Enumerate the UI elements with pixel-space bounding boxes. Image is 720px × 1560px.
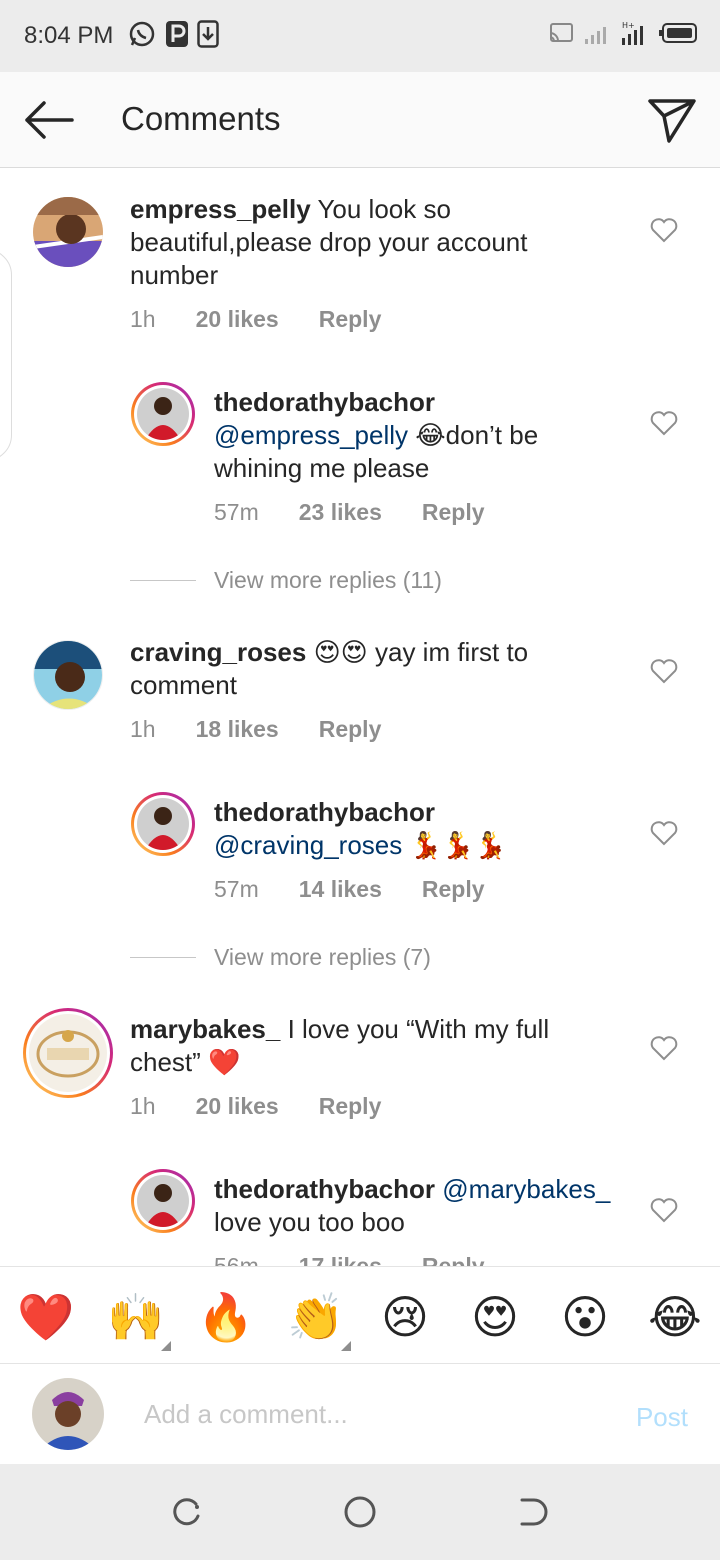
view-more-replies[interactable]: View more replies (11) xyxy=(130,567,442,594)
reply-button[interactable]: Reply xyxy=(319,306,382,333)
recent-apps-icon[interactable] xyxy=(168,1494,204,1530)
emoji-fire-button[interactable]: 🔥 xyxy=(197,1289,254,1345)
comment-body: love you too boo xyxy=(214,1207,405,1237)
heart-icon[interactable] xyxy=(650,410,678,436)
avatar[interactable] xyxy=(33,197,103,267)
avatar[interactable] xyxy=(131,382,195,446)
divider xyxy=(130,957,196,958)
comment-composer: Post xyxy=(0,1364,720,1464)
avatar[interactable] xyxy=(131,792,195,856)
signal-4g-icon: H+ xyxy=(620,20,648,51)
emoji-clap-button[interactable]: 👏 xyxy=(287,1289,344,1345)
comment-body: 💃💃💃 xyxy=(409,830,507,860)
comment-meta: 1h 18 likes Reply xyxy=(130,716,421,743)
comment-likes[interactable]: 14 likes xyxy=(299,876,382,903)
heart-icon[interactable] xyxy=(650,1197,678,1223)
page-title: Comments xyxy=(121,100,281,137)
heart-icon[interactable] xyxy=(650,658,678,684)
avatar[interactable] xyxy=(23,1008,113,1098)
view-more-label: View more replies (11) xyxy=(214,567,442,593)
download-icon xyxy=(197,19,220,53)
home-icon[interactable] xyxy=(342,1494,378,1530)
comment-likes[interactable]: 20 likes xyxy=(196,1093,279,1120)
heart-icon[interactable] xyxy=(650,820,678,846)
emoji-heart-button[interactable]: ❤️ xyxy=(17,1289,74,1345)
view-more-replies[interactable]: View more replies (7) xyxy=(130,944,431,971)
comment-username[interactable]: empress_pelly xyxy=(130,194,311,224)
comment-meta: 1h 20 likes Reply xyxy=(130,1093,421,1120)
battery-icon xyxy=(658,21,698,50)
comment-time: 57m xyxy=(214,876,259,902)
comment-text: craving_roses 😍😍 yay im first to comment xyxy=(130,636,600,702)
header-bar: Comments xyxy=(0,72,720,168)
p-icon xyxy=(165,20,189,53)
paper-plane-icon xyxy=(648,99,696,143)
comment-meta: 57m 23 likes Reply xyxy=(214,499,525,526)
comment-input[interactable] xyxy=(144,1394,584,1434)
comment-time: 56m xyxy=(214,1253,259,1266)
comment-time: 1h xyxy=(130,716,156,742)
comment-likes[interactable]: 17 likes xyxy=(299,1253,382,1266)
mention-link[interactable]: @empress_pelly xyxy=(214,420,408,450)
reply-button[interactable]: Reply xyxy=(422,499,485,526)
view-more-label: View more replies (7) xyxy=(214,944,431,970)
comment-username[interactable]: thedorathybachor xyxy=(214,387,435,417)
comment-username[interactable]: thedorathybachor xyxy=(214,796,614,829)
back-nav-icon[interactable] xyxy=(516,1494,552,1530)
status-time: 8:04 PM xyxy=(24,22,114,49)
mention-link[interactable]: @marybakes_ xyxy=(442,1174,610,1204)
share-button[interactable] xyxy=(644,94,700,146)
avatar[interactable] xyxy=(131,1169,195,1233)
svg-text:H+: H+ xyxy=(622,21,635,30)
back-arrow-icon xyxy=(25,101,74,139)
comment-meta: 57m 14 likes Reply xyxy=(214,876,525,903)
comment-meta: 1h 20 likes Reply xyxy=(130,306,421,333)
comment-username[interactable]: thedorathybachor xyxy=(214,1174,435,1204)
comment-text: marybakes_ I love you “With my full ches… xyxy=(130,1013,600,1079)
system-nav-bar xyxy=(0,1464,720,1560)
cast-icon xyxy=(548,21,574,50)
skin-tone-indicator xyxy=(341,1341,351,1351)
emoji-heart-eyes-button[interactable]: 😍 xyxy=(467,1289,523,1345)
user-avatar xyxy=(32,1378,104,1450)
emoji-quick-bar: ❤️ 🙌 🔥 👏 😢 😍 😮 😂 xyxy=(0,1266,720,1364)
status-bar: 8:04 PM H+ xyxy=(0,0,720,72)
reply-button[interactable]: Reply xyxy=(319,716,382,743)
comment-text: empress_pelly You look so beautiful,plea… xyxy=(130,193,600,292)
whatsapp-icon xyxy=(127,19,157,54)
comment-username[interactable]: marybakes_ xyxy=(130,1014,280,1044)
comment-likes[interactable]: 18 likes xyxy=(196,716,279,743)
comment-meta: 56m 17 likes Reply xyxy=(214,1253,525,1266)
comment-time: 57m xyxy=(214,499,259,525)
comment-text: thedorathybachor @empress_pelly 😂don’t b… xyxy=(214,386,614,485)
skin-tone-indicator xyxy=(161,1341,171,1351)
comment-username[interactable]: craving_roses xyxy=(130,637,306,667)
divider xyxy=(130,580,196,581)
reply-button[interactable]: Reply xyxy=(422,1253,485,1266)
signal-icon xyxy=(584,21,610,50)
reply-button[interactable]: Reply xyxy=(422,876,485,903)
avatar[interactable] xyxy=(33,640,103,710)
back-button[interactable] xyxy=(20,96,76,144)
comment-time: 1h xyxy=(130,1093,156,1119)
comments-list[interactable]: empress_pelly You look so beautiful,plea… xyxy=(0,169,720,1266)
post-button[interactable]: Post xyxy=(636,1402,688,1433)
comment-likes[interactable]: 20 likes xyxy=(196,306,279,333)
comment-text: thedorathybachor @craving_roses 💃💃💃 xyxy=(214,796,614,862)
emoji-laughing-button[interactable]: 😂 xyxy=(647,1289,703,1345)
emoji-surprised-button[interactable]: 😮 xyxy=(557,1289,613,1345)
emoji-raised-hands-button[interactable]: 🙌 xyxy=(107,1289,164,1345)
comment-time: 1h xyxy=(130,306,156,332)
comment-text: thedorathybachor @marybakes_ love you to… xyxy=(214,1173,624,1239)
heart-icon[interactable] xyxy=(650,217,678,243)
edge-handle xyxy=(0,249,12,461)
comment-likes[interactable]: 23 likes xyxy=(299,499,382,526)
emoji-crying-button[interactable]: 😢 xyxy=(377,1289,433,1345)
heart-icon[interactable] xyxy=(650,1035,678,1061)
mention-link[interactable]: @craving_roses xyxy=(214,830,402,860)
reply-button[interactable]: Reply xyxy=(319,1093,382,1120)
